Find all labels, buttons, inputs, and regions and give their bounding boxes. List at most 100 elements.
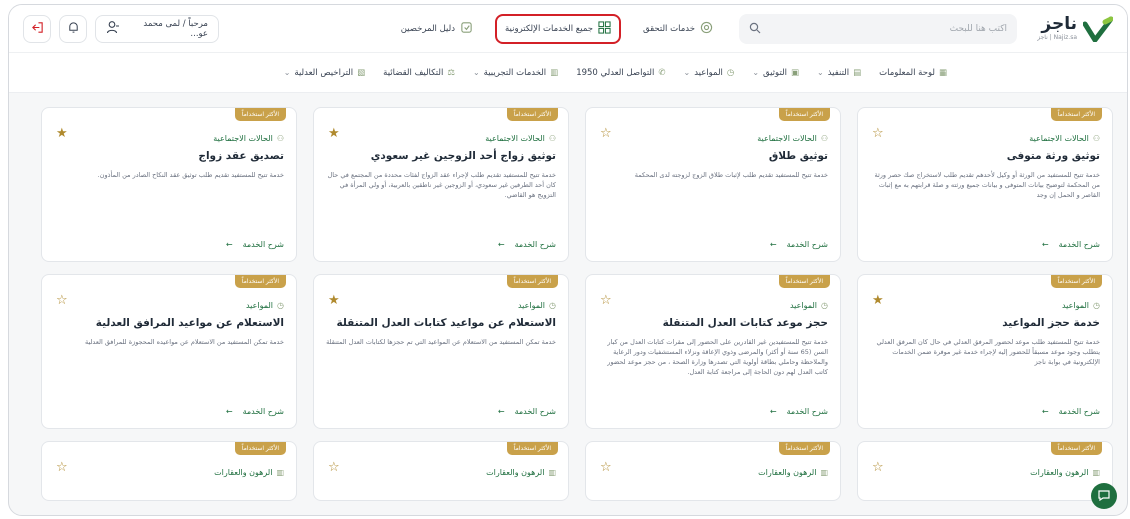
user-menu-button[interactable]: مرحباً / لمى محمد عو...: [95, 14, 219, 43]
favorite-star-icon[interactable]: ☆: [328, 460, 340, 475]
guide-icon: [460, 21, 473, 37]
notifications-button[interactable]: [59, 14, 87, 43]
service-card[interactable]: الأكثر استخداماً ★ ◷ المواعيد الاستعلام ع…: [313, 274, 569, 429]
favorite-star-icon[interactable]: ★: [328, 126, 340, 141]
favorite-star-icon[interactable]: ☆: [600, 126, 612, 141]
arrow-left-icon: ←: [1041, 407, 1049, 416]
favorite-star-icon[interactable]: ☆: [872, 460, 884, 475]
service-card[interactable]: الأكثر استخداماً ☆ ◷ المواعيد حجز موعد كت…: [585, 274, 841, 429]
service-explanation-link[interactable]: شرح الخدمة ←: [226, 407, 284, 416]
logo-text: ناجز: [1041, 14, 1077, 34]
clock-icon: ◷: [549, 301, 556, 310]
service-explanation-link[interactable]: شرح الخدمة ←: [1042, 407, 1100, 416]
card-link-label: شرح الخدمة: [514, 240, 556, 249]
card-link-label: شرح الخدمة: [786, 407, 828, 416]
all-e-services-label: جميع الخدمات الإلكترونية: [504, 23, 594, 34]
service-card[interactable]: الأكثر استخداماً ★ ◷ المواعيد خدمة حجز ال…: [857, 274, 1113, 429]
license-icon: ▧: [357, 67, 366, 78]
card-category: الحالات الاجتماعية: [757, 134, 817, 143]
service-card[interactable]: الأكثر استخداماً ☆ ▥ الرهون والعقارات: [857, 441, 1113, 501]
building-icon: ▥: [276, 468, 284, 477]
nav-judicial-licenses[interactable]: ▧ التراخيص العدلية ⌄: [284, 68, 365, 78]
chevron-down-icon: ⌄: [472, 68, 480, 77]
scale-icon: ⚖: [447, 67, 455, 78]
nav-judicial-costs[interactable]: ⚖ التكاليف القضائية: [383, 68, 455, 78]
logout-button[interactable]: [23, 14, 51, 43]
clock-icon: ◷: [821, 301, 828, 310]
nav-appointments[interactable]: ◷ المواعيد ⌄: [683, 68, 734, 78]
service-card[interactable]: الأكثر استخداماً ☆ ▥ الرهون والعقارات: [41, 441, 297, 501]
family-icon: ⚇: [820, 134, 828, 143]
bell-icon: [67, 19, 80, 38]
app-window: ناجز Najiz.sa | ناجز خدمات التحقق جميع: [8, 4, 1128, 516]
card-description: خدمة تمكن المستفيد من الاستعلام عن الموا…: [326, 338, 556, 346]
nav-documentation[interactable]: ▣ التوثيق ⌄: [752, 68, 799, 78]
card-description: خدمة تمكن المستفيد من الاستعلام عن مواعي…: [85, 338, 284, 346]
favorite-star-icon[interactable]: ☆: [600, 293, 612, 308]
service-card[interactable]: الأكثر استخداماً ☆ ▥ الرهون والعقارات: [313, 441, 569, 501]
most-used-badge: الأكثر استخداماً: [778, 442, 830, 455]
service-card[interactable]: الأكثر استخداماً ☆ ⚇ الحالات الاجتماعية ت…: [857, 107, 1113, 262]
nav-judicial-contact[interactable]: ✆ التواصل العدلي 1950: [576, 68, 665, 78]
najiz-logo[interactable]: ناجز Najiz.sa | ناجز: [1027, 14, 1114, 42]
all-e-services-link[interactable]: جميع الخدمات الإلكترونية: [494, 13, 622, 44]
service-explanation-link[interactable]: شرح الخدمة ←: [498, 240, 556, 249]
chat-support-button[interactable]: [1091, 483, 1117, 509]
service-explanation-link[interactable]: شرح الخدمة ←: [226, 240, 284, 249]
service-card[interactable]: الأكثر استخداماً ☆ ⚇ الحالات الاجتماعية ت…: [585, 107, 841, 262]
favorite-star-icon[interactable]: ☆: [872, 126, 884, 141]
favorite-star-icon[interactable]: ☆: [56, 460, 68, 475]
arrow-left-icon: ←: [225, 240, 233, 249]
services-grid: الأكثر استخداماً ☆ ⚇ الحالات الاجتماعية ت…: [9, 93, 1127, 501]
chevron-down-icon: ⌄: [683, 68, 691, 77]
favorite-star-icon[interactable]: ☆: [56, 293, 68, 308]
service-card[interactable]: الأكثر استخداماً ★ ⚇ الحالات الاجتماعية ت…: [313, 107, 569, 262]
logo-check-icon: [1082, 16, 1114, 42]
building-icon: ▥: [548, 468, 556, 477]
most-used-badge: الأكثر استخداماً: [506, 442, 558, 455]
card-category: المواعيد: [1061, 301, 1090, 310]
verification-services-link[interactable]: خدمات التحقق: [635, 16, 721, 42]
main-nav: ▦ لوحة المعلومات ▤ التنفيذ ⌄ ▣ التوثيق ⌄…: [9, 53, 1127, 93]
search-input[interactable]: [767, 23, 1007, 34]
family-icon: ⚇: [548, 134, 556, 143]
licensees-guide-link[interactable]: دليل المرخصين: [393, 16, 481, 42]
most-used-badge: الأكثر استخداماً: [234, 108, 286, 121]
service-explanation-link[interactable]: شرح الخدمة ←: [498, 407, 556, 416]
favorite-star-icon[interactable]: ★: [328, 293, 340, 308]
top-header: ناجز Najiz.sa | ناجز خدمات التحقق جميع: [9, 5, 1127, 53]
document-icon: ▣: [790, 67, 799, 78]
favorite-star-icon[interactable]: ☆: [600, 460, 612, 475]
execution-icon: ▤: [853, 67, 862, 78]
nav-trial-services[interactable]: ▥ الخدمات التجريبية ⌄: [473, 68, 558, 78]
most-used-badge: الأكثر استخداماً: [778, 108, 830, 121]
service-card[interactable]: الأكثر استخداماً ☆ ◷ المواعيد الاستعلام ع…: [41, 274, 297, 429]
favorite-star-icon[interactable]: ★: [872, 293, 884, 308]
arrow-left-icon: ←: [1041, 240, 1049, 249]
chevron-down-icon: ⌄: [817, 68, 824, 77]
service-explanation-link[interactable]: شرح الخدمة ←: [770, 240, 828, 249]
nav-dashboard[interactable]: ▦ لوحة المعلومات: [879, 68, 947, 78]
card-category: المواعيد: [517, 301, 546, 310]
chevron-down-icon: ⌄: [752, 68, 760, 77]
building-icon: ▥: [1092, 468, 1100, 477]
card-link-label: شرح الخدمة: [242, 240, 284, 249]
card-title: تصديق عقد زواج: [198, 150, 284, 162]
nav-execution[interactable]: ▤ التنفيذ ⌄: [817, 68, 861, 78]
clock-icon: ◷: [726, 67, 735, 78]
clock-icon: ◷: [1093, 301, 1100, 310]
most-used-badge: الأكثر استخداماً: [1050, 275, 1102, 288]
user-area: مرحباً / لمى محمد عو...: [23, 14, 219, 43]
nav-judicial-contact-label: التواصل العدلي 1950: [576, 67, 655, 78]
favorite-star-icon[interactable]: ★: [56, 126, 68, 141]
licensees-guide-label: دليل المرخصين: [400, 23, 455, 34]
card-category: الحالات الاجتماعية: [213, 134, 273, 143]
service-card[interactable]: الأكثر استخداماً ★ ⚇ الحالات الاجتماعية ت…: [41, 107, 297, 262]
service-explanation-link[interactable]: شرح الخدمة ←: [770, 407, 828, 416]
service-card[interactable]: الأكثر استخداماً ☆ ▥ الرهون والعقارات: [585, 441, 841, 501]
phone-icon: ✆: [658, 67, 666, 78]
arrow-left-icon: ←: [225, 407, 233, 416]
search-icon[interactable]: [749, 19, 761, 38]
service-explanation-link[interactable]: شرح الخدمة ←: [1042, 240, 1100, 249]
card-link-label: شرح الخدمة: [242, 407, 284, 416]
